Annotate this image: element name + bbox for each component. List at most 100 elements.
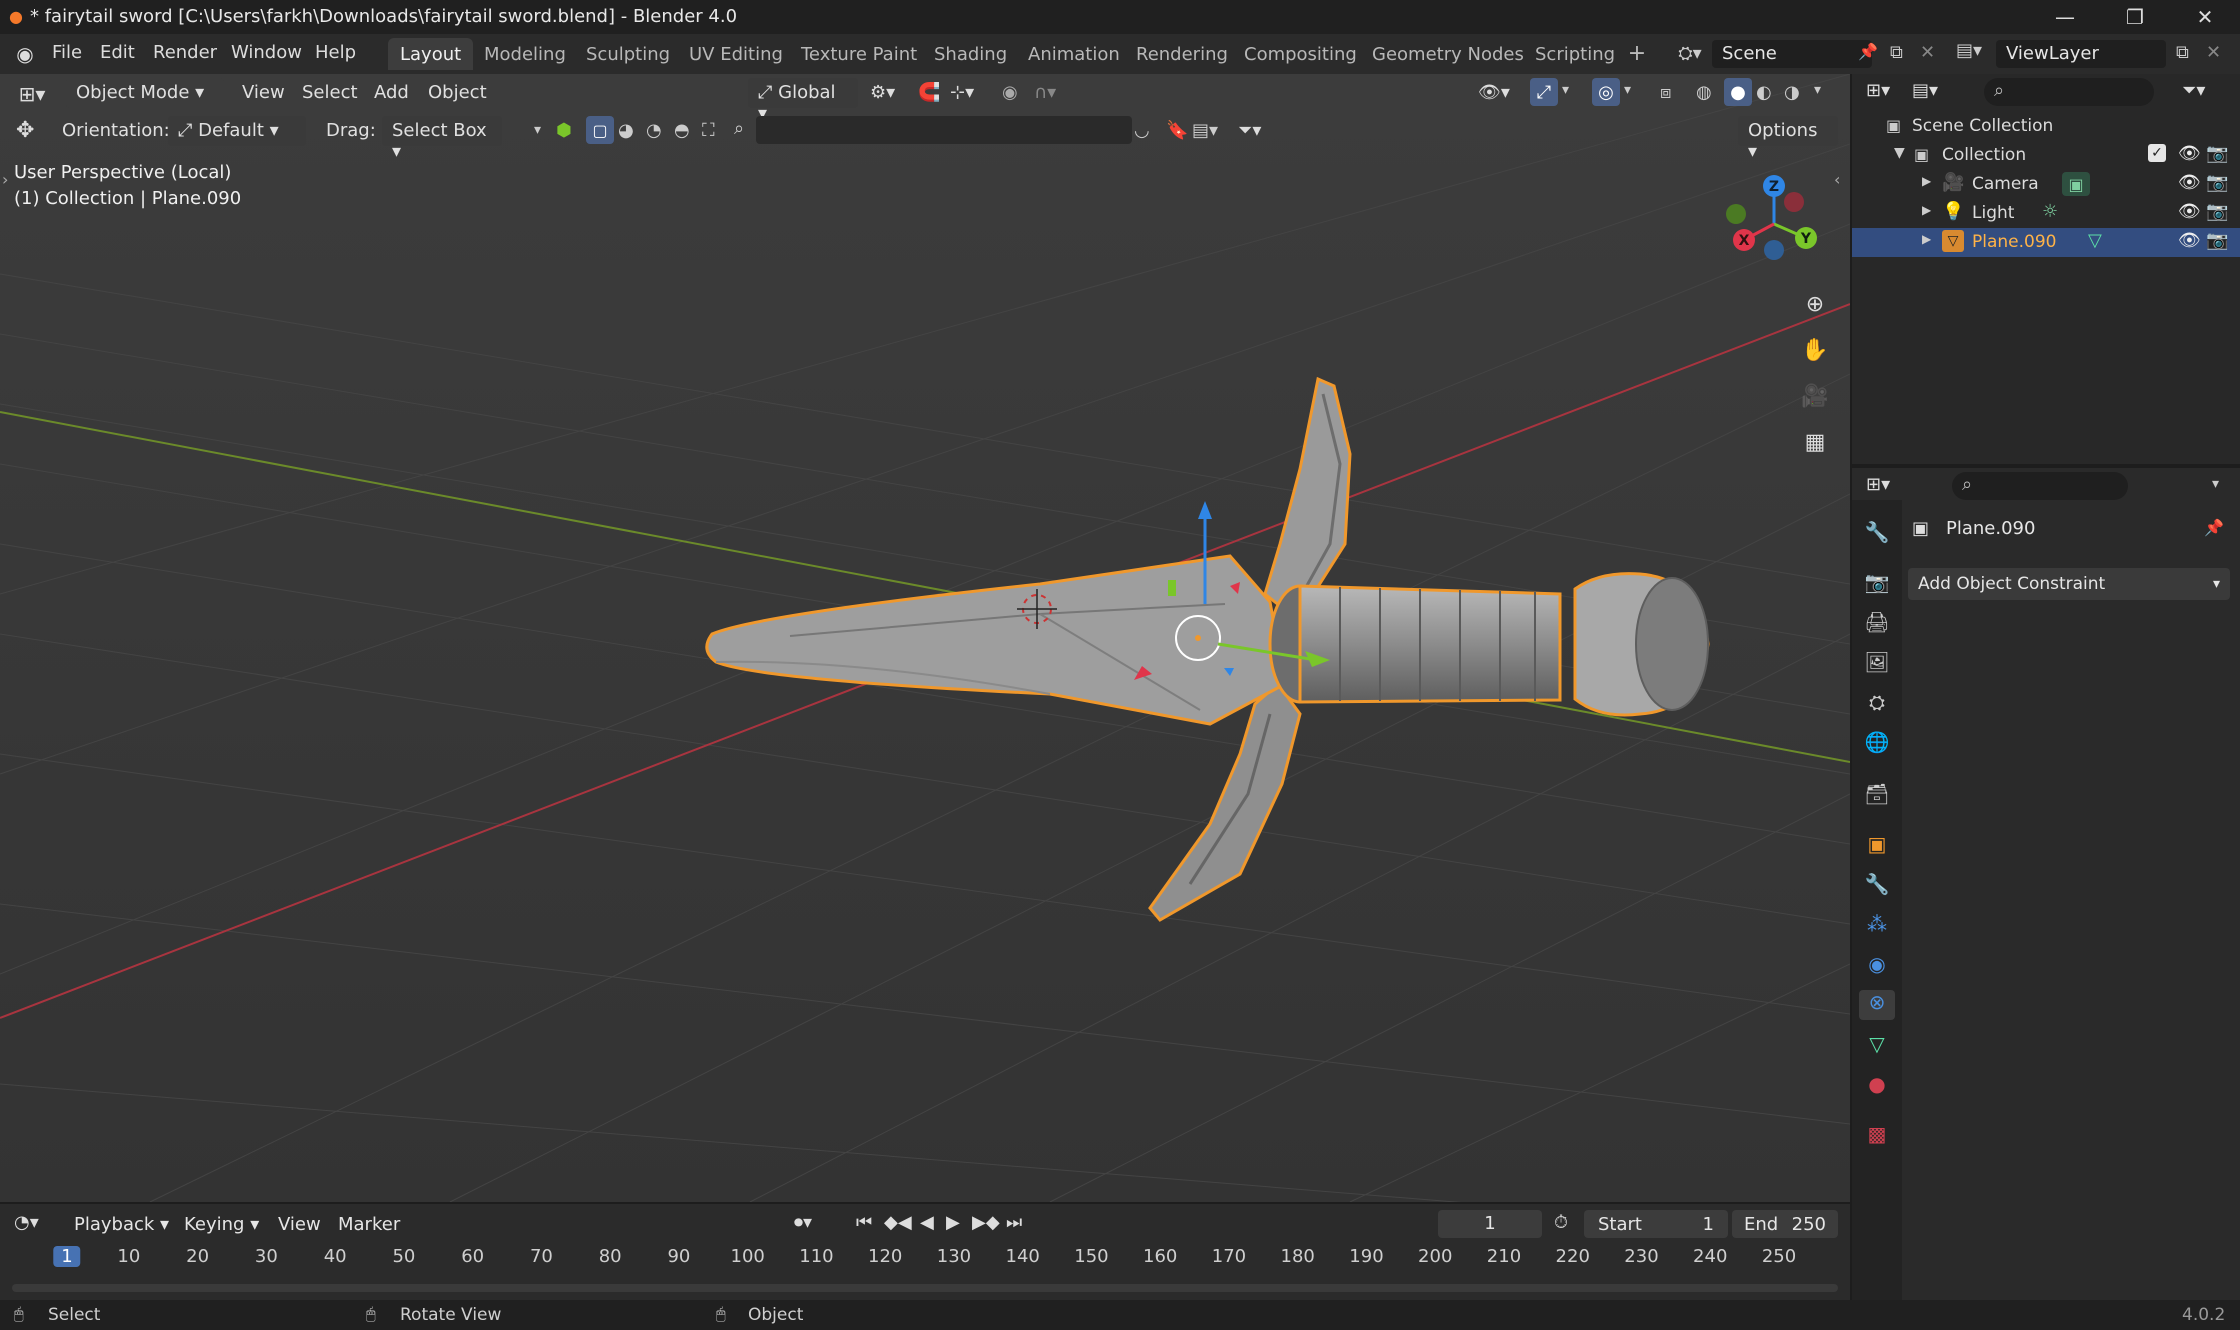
- view-layer-tab-icon[interactable]: 🖼: [1862, 650, 1892, 680]
- minimize-button[interactable]: —: [2030, 0, 2100, 34]
- prev-keyframe-icon[interactable]: ◆◀: [884, 1212, 912, 1233]
- viewport-scene[interactable]: [0, 74, 1850, 1202]
- viewport-menu-select[interactable]: Select: [302, 82, 358, 103]
- camera-data-icon[interactable]: ▣: [2062, 172, 2090, 196]
- collection-tab-icon[interactable]: 🗃: [1862, 782, 1892, 812]
- select-box-mode-icon[interactable]: ▢: [586, 116, 614, 144]
- viewport-menu-object[interactable]: Object: [428, 82, 487, 103]
- overlay-dropdown-icon[interactable]: ▾: [1624, 82, 1631, 98]
- particles-tab-icon[interactable]: ⁂: [1862, 912, 1892, 942]
- modifier-tab-icon[interactable]: 🔧: [1862, 872, 1892, 902]
- texture-tab-icon[interactable]: ▩: [1862, 1122, 1892, 1152]
- view-layer-field[interactable]: ViewLayer: [1996, 40, 2166, 68]
- output-tab-icon[interactable]: 🖨: [1862, 610, 1892, 640]
- jump-end-icon[interactable]: ⏭: [1006, 1212, 1022, 1233]
- new-view-layer-icon[interactable]: ⧉: [2176, 42, 2189, 63]
- scene-selector-icon[interactable]: ⛭▾: [1672, 40, 1708, 66]
- orientation-dropdown[interactable]: ⤢ Default ▾: [168, 116, 306, 146]
- snap-target-icon[interactable]: ⊹▾: [950, 82, 974, 103]
- mesh-data-icon[interactable]: ▽: [2088, 230, 2102, 251]
- mode-dropdown[interactable]: Object Mode ▾: [66, 78, 224, 108]
- maximize-button[interactable]: ❐: [2100, 0, 2170, 34]
- material-shading-icon[interactable]: ◐: [1756, 82, 1772, 103]
- light-visibility-icon[interactable]: 👁: [2178, 201, 2201, 222]
- pan-hand-icon[interactable]: ✋: [1795, 330, 1835, 370]
- tab-rendering[interactable]: Rendering: [1124, 38, 1240, 70]
- viewport-menu-add[interactable]: Add: [374, 82, 409, 103]
- close-button[interactable]: ✕: [2170, 0, 2240, 34]
- gizmo-toggle-icon[interactable]: ⤢: [1530, 78, 1558, 106]
- view-layer-icon[interactable]: ▤▾: [1956, 40, 1982, 61]
- timeline-menu-view[interactable]: View: [278, 1214, 321, 1235]
- current-frame-field[interactable]: 1: [1438, 1210, 1542, 1238]
- menu-window[interactable]: Window: [231, 42, 302, 63]
- timeline-editor-type-icon[interactable]: ◔▾: [14, 1212, 39, 1233]
- expand-arrow-icon[interactable]: ▶: [1922, 232, 1931, 246]
- timeline-menu-marker[interactable]: Marker: [338, 1214, 400, 1235]
- plane-render-icon[interactable]: 📷: [2206, 230, 2228, 251]
- shading-dropdown-icon[interactable]: ▾: [1814, 82, 1821, 98]
- physics-tab-icon[interactable]: ◉: [1862, 952, 1892, 982]
- jump-start-icon[interactable]: ⏮: [856, 1212, 872, 1233]
- gizmo-dropdown-icon[interactable]: ▾: [1562, 82, 1569, 98]
- data-tab-icon[interactable]: ▽: [1862, 1032, 1892, 1062]
- drag-dropdown[interactable]: Select Box ▾: [382, 116, 502, 162]
- falloff-icon[interactable]: ∩▾: [1034, 82, 1056, 103]
- transform-orientation-dropdown[interactable]: ⤢ Global ▾: [748, 78, 858, 124]
- shading-filter-1-icon[interactable]: ◕: [618, 120, 634, 141]
- options-dropdown[interactable]: Options ▾: [1738, 116, 1838, 162]
- light-render-icon[interactable]: 📷: [2206, 201, 2228, 222]
- light-data-icon[interactable]: ☼: [2042, 201, 2058, 222]
- collection-render-icon[interactable]: 📷: [2206, 143, 2228, 164]
- pivot-icon[interactable]: ⚙▾: [870, 82, 895, 103]
- menu-edit[interactable]: Edit: [100, 42, 135, 63]
- object-tab-icon[interactable]: ▣: [1862, 832, 1892, 862]
- collection-visibility-icon[interactable]: 👁: [2178, 143, 2201, 164]
- pin-icon[interactable]: 📌: [1858, 42, 1878, 61]
- plane-visibility-icon[interactable]: 👁: [2178, 230, 2201, 251]
- move-tool-icon[interactable]: ✥: [16, 118, 34, 143]
- menu-file[interactable]: File: [52, 42, 82, 63]
- object-type-filter-icon[interactable]: ⬢: [556, 120, 572, 141]
- end-frame-field[interactable]: End 250: [1732, 1210, 1838, 1238]
- properties-editor-type-icon[interactable]: ⊞▾: [1866, 474, 1890, 495]
- timeline-menu-playback[interactable]: Playback ▾: [74, 1214, 169, 1235]
- scene-name-field[interactable]: Scene: [1712, 40, 1872, 68]
- shading-filter-3-icon[interactable]: ◓: [674, 120, 690, 141]
- tab-modeling[interactable]: Modeling: [472, 38, 578, 70]
- new-scene-icon[interactable]: ⧉: [1890, 42, 1903, 63]
- rendered-shading-icon[interactable]: ◑: [1784, 82, 1800, 103]
- next-keyframe-icon[interactable]: ▶◆: [972, 1212, 1000, 1233]
- outliner-collection[interactable]: ▼ ▣ Collection ✓ 👁 📷: [1852, 141, 2240, 170]
- viewport-search-icon[interactable]: ⌕: [734, 118, 744, 139]
- collapse-arrow-icon[interactable]: ▼: [1894, 145, 1905, 161]
- filter-icon[interactable]: ⏷▾: [1238, 120, 1261, 141]
- delete-scene-icon[interactable]: ✕: [1920, 42, 1935, 63]
- layout-icon[interactable]: ▤▾: [1192, 120, 1218, 141]
- timeline-scrollbar[interactable]: [12, 1284, 1838, 1292]
- tab-compositing[interactable]: Compositing: [1232, 38, 1369, 70]
- tool-tab-icon[interactable]: 🔧: [1862, 520, 1892, 550]
- outliner-scene-collection[interactable]: ▣ Scene Collection: [1852, 112, 2240, 141]
- zoom-icon[interactable]: ⊕: [1795, 284, 1835, 324]
- tab-texture-paint[interactable]: Texture Paint: [789, 38, 929, 70]
- tab-uv-editing[interactable]: UV Editing: [677, 38, 795, 70]
- delete-view-layer-icon[interactable]: ✕: [2206, 42, 2221, 63]
- expand-arrow-icon[interactable]: ▶: [1922, 174, 1931, 188]
- viewport-search-input[interactable]: [756, 116, 1132, 144]
- outliner-item-light[interactable]: ▶ 💡 Light ☼ 👁 📷: [1852, 199, 2240, 228]
- add-object-constraint-button[interactable]: Add Object Constraint ▾: [1908, 568, 2230, 600]
- selectability-dropdown-icon[interactable]: ▾: [534, 122, 541, 138]
- wireframe-shading-icon[interactable]: ◍: [1696, 82, 1712, 103]
- bookmark-icon[interactable]: 🔖: [1166, 120, 1188, 141]
- tab-layout[interactable]: Layout: [388, 38, 474, 70]
- outliner-item-camera[interactable]: ▶ 🎥 Camera ▣ 👁 📷: [1852, 170, 2240, 199]
- toolbar-toggle-icon[interactable]: ›: [2, 170, 8, 189]
- timeline-menu-keying[interactable]: Keying ▾: [184, 1214, 259, 1235]
- properties-search-input[interactable]: [1952, 472, 2128, 500]
- snap-icon[interactable]: 🧲: [918, 82, 940, 103]
- proportional-edit-icon[interactable]: ◉: [1002, 82, 1018, 103]
- properties-options-icon[interactable]: ▾: [2212, 476, 2219, 492]
- tab-scripting[interactable]: Scripting: [1523, 38, 1627, 70]
- viewport-menu-view[interactable]: View: [242, 82, 285, 103]
